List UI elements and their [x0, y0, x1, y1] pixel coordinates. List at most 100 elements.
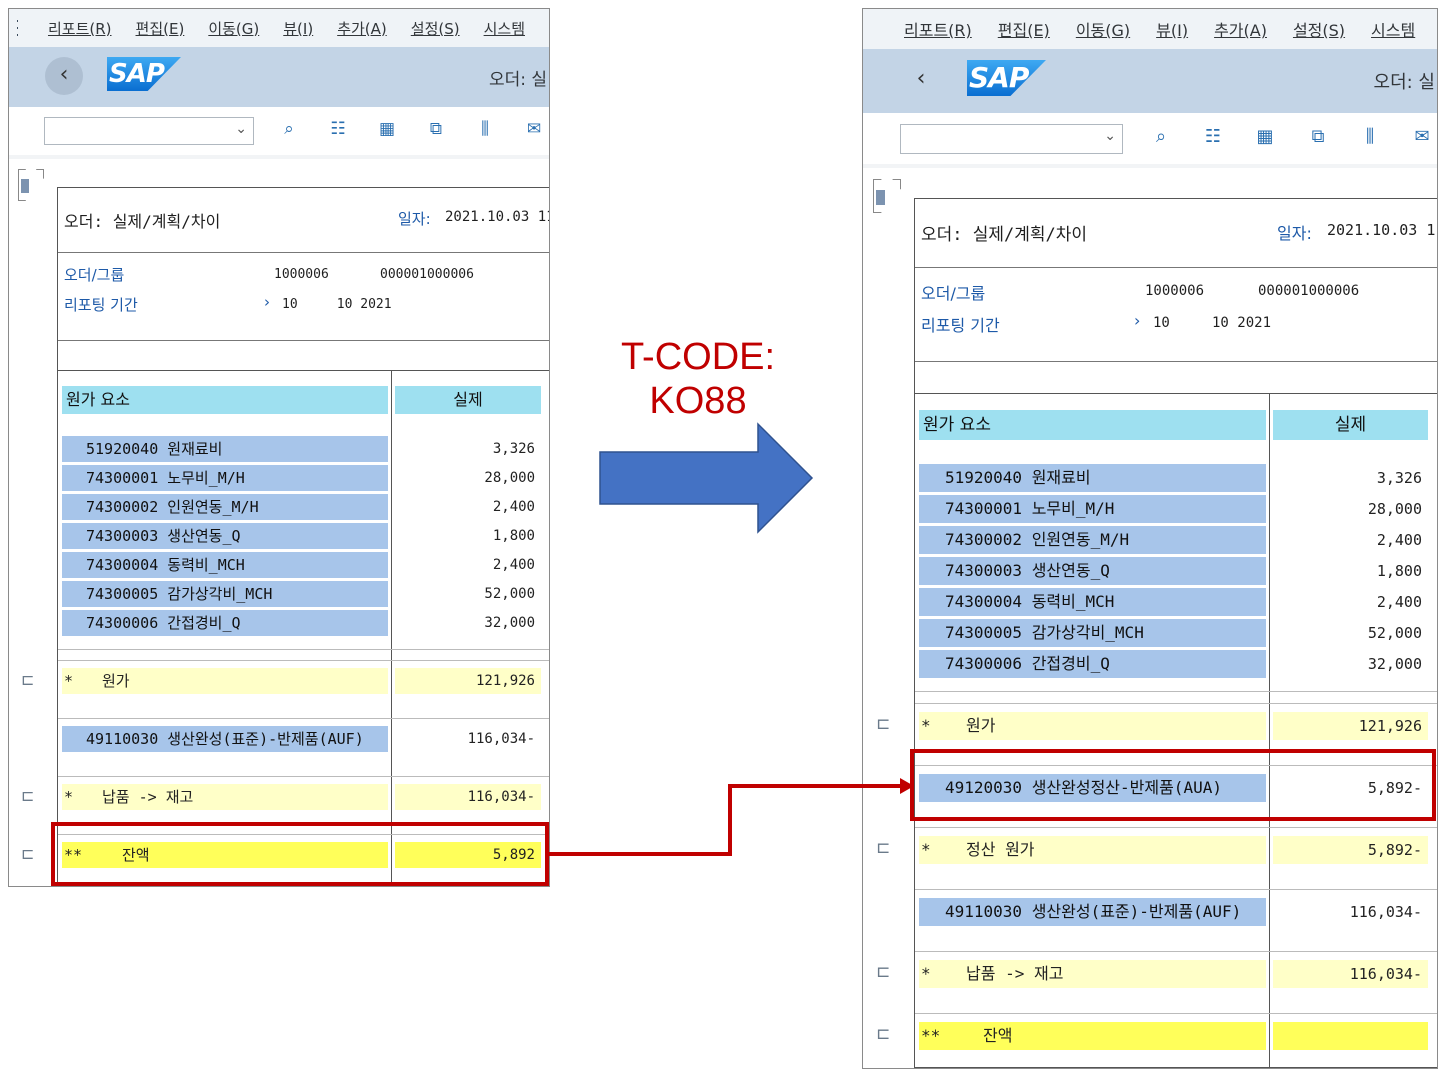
column-divider	[1269, 393, 1270, 1067]
report-title: 오더: 실제/계획/차이	[64, 212, 221, 231]
cost-row-label: 74300001 노무비_M/H	[62, 465, 388, 491]
layout-icon[interactable]: ▦	[375, 119, 399, 139]
menu-item[interactable]: 추가(A)	[337, 18, 387, 39]
menu-item[interactable]: 리포트(R)	[48, 18, 112, 39]
menu-bar: 리포트(R) 편집(E) 이동(G) 뷰(I) 추가(A) 설정(S) 시스템	[863, 9, 1437, 49]
tcode-line-2: KO88	[649, 380, 747, 422]
column-divider	[391, 370, 392, 885]
date-value: 2021.10.03 11	[445, 209, 550, 225]
group-separator	[58, 718, 549, 719]
find-icon[interactable]: ⌕	[1148, 126, 1174, 147]
table-top-border	[58, 370, 549, 371]
balance-row-value	[1273, 1022, 1428, 1050]
cost-row-label: 74300006 간접경비_Q	[62, 610, 388, 636]
cost-row-value: 32,000	[1273, 650, 1428, 678]
group-separator	[915, 889, 1437, 890]
menu-item[interactable]: 이동(G)	[208, 18, 259, 39]
balance-row-marker: **	[921, 1026, 941, 1045]
menu-item[interactable]: 시스템	[484, 18, 525, 39]
cost-row-label: 51920040 원재료비	[919, 464, 1266, 492]
menu-item[interactable]: 추가(A)	[1214, 17, 1267, 41]
group-separator	[915, 827, 1437, 828]
delivery-row-label: * 납품 -> 재고	[919, 960, 1266, 988]
subtotal-icon[interactable]: ⊏	[876, 962, 890, 982]
cost-row-value: 1,800	[395, 523, 541, 549]
connector-line	[548, 784, 900, 856]
period-label: 리포팅 기간	[921, 316, 1000, 335]
order-title: 오더: 실	[488, 70, 547, 90]
tcode-line-1: T-CODE:	[620, 336, 776, 378]
layout-select[interactable]: ⌄	[900, 124, 1123, 154]
menu-item[interactable]: 편집(E)	[998, 17, 1050, 41]
cost-row-value: 2,400	[1273, 588, 1428, 616]
period-value: 10 10 2021	[282, 297, 392, 312]
sap-screen-before: 리포트(R) 편집(E) 이동(G) 뷰(I) 추가(A) 설정(S) 시스템 ‹ SAP 오더:…	[8, 8, 550, 887]
mail-icon[interactable]: ✉	[522, 119, 546, 139]
shell-bar: ‹ SAP 오더: 실	[863, 49, 1437, 113]
menu-item[interactable]: 설정(S)	[411, 18, 460, 39]
layout-select[interactable]: ⌄	[44, 117, 254, 145]
export-icon[interactable]: ⧉	[1305, 126, 1331, 147]
layout-icon[interactable]: ▦	[1252, 126, 1278, 147]
date-label: 일자:	[398, 210, 431, 228]
delivery-row-marker: *	[64, 788, 74, 806]
rows-separator	[58, 649, 549, 650]
cost-row-value: 52,000	[395, 581, 541, 607]
cost-row-value: 28,000	[395, 465, 541, 491]
menu-item[interactable]: 편집(E)	[136, 18, 185, 39]
cost_sum-row-value: 121,926	[1273, 712, 1428, 740]
auf-row-value: 116,034-	[1273, 898, 1428, 926]
filter-icon[interactable]: ☷	[326, 119, 350, 139]
group-separator	[915, 703, 1437, 704]
hamburger-menu-icon[interactable]	[17, 20, 18, 36]
menu-item[interactable]: 이동(G)	[1076, 17, 1130, 41]
menu-item[interactable]: 뷰(I)	[1156, 17, 1188, 41]
mail-icon[interactable]: ✉	[1409, 126, 1435, 147]
header-separator	[915, 267, 1437, 268]
report-area: 오더: 실제/계획/차이 일자: 2021.10.03 11 오더/그룹 1000006…	[57, 187, 549, 886]
info-separator	[915, 361, 1437, 362]
menu-item[interactable]: 리포트(R)	[904, 17, 972, 41]
group-separator	[58, 776, 549, 777]
subtotal-icon[interactable]: ⊏	[21, 786, 34, 805]
subtotal-icon[interactable]: ⊏	[876, 714, 890, 734]
report-title: 오더: 실제/계획/차이	[921, 225, 1088, 245]
delivery-row-value: 116,034-	[1273, 960, 1428, 988]
menu-item[interactable]: 시스템	[1371, 17, 1415, 41]
tcode-label: T-CODE: KO88	[600, 335, 796, 423]
order-group-value-2: 000001000006	[1258, 283, 1360, 299]
group-separator	[58, 660, 549, 661]
cost-row-value: 2,400	[1273, 526, 1428, 554]
menu-item[interactable]: 뷰(I)	[283, 18, 313, 39]
export-icon[interactable]: ⧉	[424, 119, 448, 139]
cost-row-value: 3,326	[1273, 464, 1428, 492]
cost-row-label: 74300005 감가상각비_MCH	[62, 581, 388, 607]
find-icon[interactable]: ⌕	[277, 119, 301, 139]
menu-item[interactable]: 설정(S)	[1293, 17, 1345, 41]
chevron-right-icon[interactable]: ›	[1134, 311, 1140, 330]
date-label: 일자:	[1277, 224, 1312, 243]
chart-icon[interactable]: ⫼	[1357, 126, 1383, 147]
chevron-right-icon[interactable]: ›	[264, 293, 270, 311]
order-group-label: 오더/그룹	[64, 266, 125, 284]
back-button[interactable]: ‹	[45, 57, 83, 95]
settle_sum-row-text: 정산 원가	[966, 840, 1035, 859]
order-group-value-1: 1000006	[274, 267, 329, 282]
toolbar: ⌄ ⌕ ☷ ▦ ⧉ ⫼ ✉	[9, 107, 549, 155]
chevron-down-icon: ⌄	[235, 121, 247, 137]
cost_sum-row-label: * 원가	[919, 712, 1266, 740]
subtotal-icon[interactable]: ⊏	[21, 670, 34, 689]
slide-canvas: { "menu": { "items": ["리포트(R)", "편집(E)",…	[0, 0, 1442, 1074]
hamburger-line	[17, 20, 18, 22]
transition-arrow	[599, 422, 814, 534]
info-separator	[58, 340, 549, 341]
auf-row-label: 49110030 생산완성(표준)-반제품(AUF)	[919, 898, 1266, 926]
back-button[interactable]: ‹	[901, 60, 941, 100]
cost_sum-row-marker: *	[921, 716, 931, 735]
group-separator	[915, 1013, 1437, 1014]
subtotal-icon[interactable]: ⊏	[876, 1024, 890, 1044]
period-value: 10 10 2021	[1153, 315, 1272, 331]
filter-icon[interactable]: ☷	[1200, 126, 1226, 147]
subtotal-icon[interactable]: ⊏	[21, 844, 34, 863]
chart-icon[interactable]: ⫼	[473, 119, 497, 139]
